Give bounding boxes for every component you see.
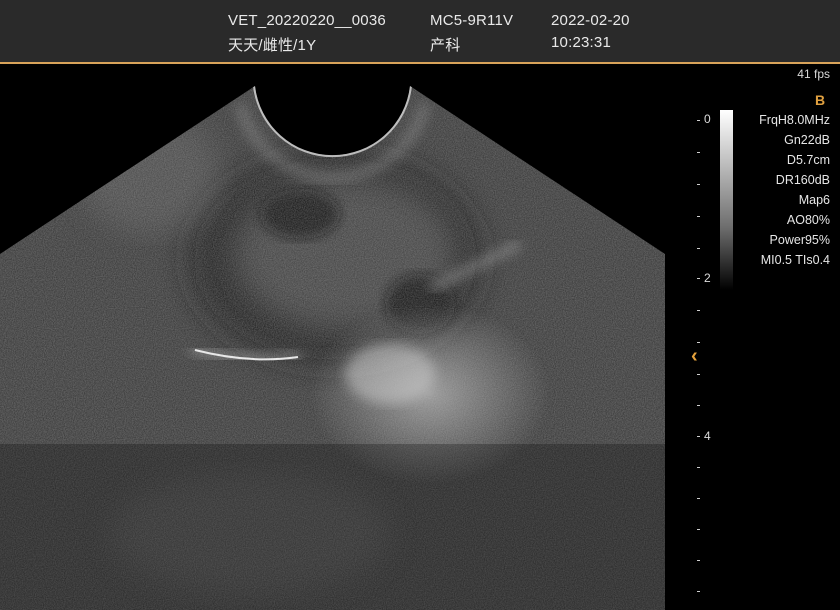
imaging-mode: B bbox=[815, 92, 826, 108]
depth-tick bbox=[697, 278, 700, 279]
depth-label-0: 0 bbox=[704, 112, 711, 126]
depth-label-2: 2 bbox=[704, 271, 711, 285]
depth-tick bbox=[697, 120, 700, 121]
depth-tick bbox=[697, 342, 700, 343]
param-dynamic-range: DR160dB bbox=[775, 173, 830, 187]
depth-tick bbox=[697, 436, 700, 437]
patient-info: 天天/雌性/1Y bbox=[228, 37, 317, 54]
department: 产科 bbox=[430, 37, 461, 54]
depth-tick bbox=[697, 152, 700, 153]
imaging-parameters: FrqH8.0MHz Gn22dB D5.7cm DR160dB Map6 AO… bbox=[759, 110, 830, 270]
frame-rate: 41 fps bbox=[797, 67, 830, 81]
depth-tick bbox=[697, 529, 700, 530]
depth-tick bbox=[697, 184, 700, 185]
chevron-left-icon[interactable]: ‹ bbox=[691, 345, 698, 368]
patient-header: VET_20220220__0036 天天/雌性/1Y MC5-9R11V 产科… bbox=[0, 0, 840, 62]
exam-date: 2022-02-20 bbox=[551, 12, 630, 29]
probe-name: MC5-9R11V bbox=[430, 12, 514, 29]
depth-tick bbox=[697, 467, 700, 468]
param-gain: Gn22dB bbox=[784, 133, 830, 147]
patient-id: VET_20220220__0036 bbox=[228, 12, 386, 29]
grayscale-bar bbox=[720, 110, 733, 290]
depth-tick bbox=[697, 216, 700, 217]
depth-tick bbox=[697, 374, 700, 375]
param-map: Map6 bbox=[798, 193, 830, 207]
param-mi-tis: MI0.5 TIs0.4 bbox=[760, 253, 830, 267]
depth-label-4: 4 bbox=[704, 429, 711, 443]
depth-tick bbox=[697, 591, 700, 592]
param-power: Power95% bbox=[769, 233, 830, 247]
exam-time: 10:23:31 bbox=[551, 34, 611, 51]
param-ao: AO80% bbox=[786, 213, 830, 227]
depth-tick bbox=[697, 310, 700, 311]
depth-tick bbox=[697, 560, 700, 561]
param-frequency: FrqH8.0MHz bbox=[759, 113, 830, 127]
depth-tick bbox=[697, 405, 700, 406]
depth-tick bbox=[697, 248, 700, 249]
sector-scan bbox=[0, 86, 665, 610]
param-depth: D5.7cm bbox=[786, 153, 830, 167]
depth-tick bbox=[697, 498, 700, 499]
ultrasound-image[interactable] bbox=[0, 64, 690, 610]
